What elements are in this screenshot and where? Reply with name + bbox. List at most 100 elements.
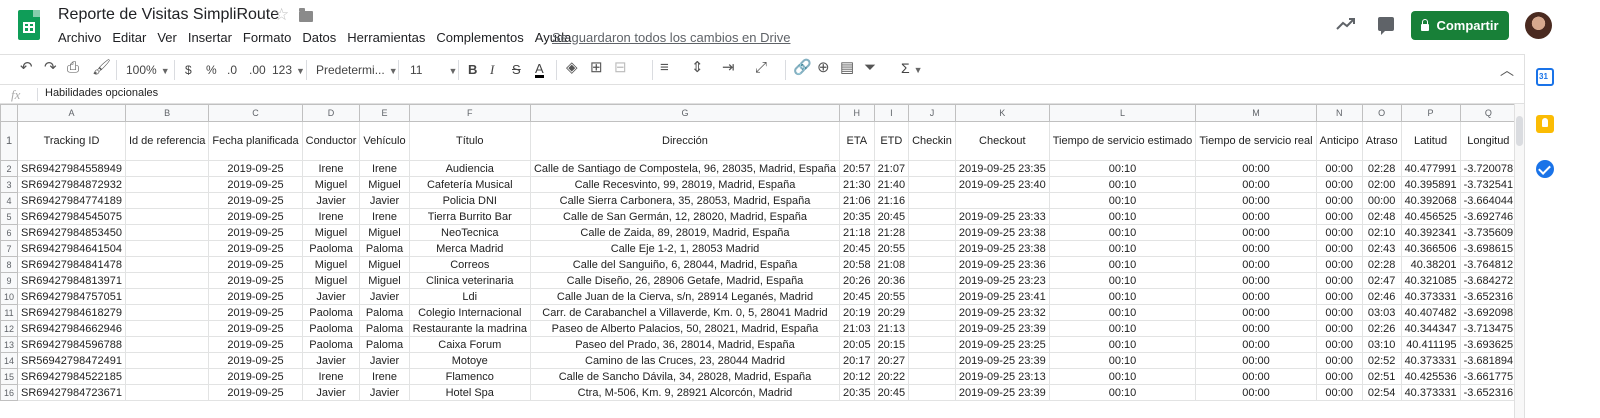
table-cell[interactable]: 40.373331: [1400, 384, 1461, 401]
table-cell[interactable]: SR69427984618279: [17, 304, 126, 321]
table-cell[interactable]: 2019-09-25 23:32: [954, 304, 1050, 321]
table-cell[interactable]: Paloma: [359, 240, 410, 257]
table-cell[interactable]: -3.764812: [1459, 256, 1514, 273]
menu-ver[interactable]: Ver: [157, 30, 177, 45]
tasks-icon[interactable]: [1536, 160, 1554, 178]
table-cell[interactable]: SR56942798472491: [17, 352, 126, 369]
menu-editar[interactable]: Editar: [112, 30, 146, 45]
table-cell[interactable]: 03:10: [1361, 336, 1402, 353]
table-cell[interactable]: [124, 384, 210, 401]
table-cell[interactable]: 20:57: [839, 160, 875, 177]
table-cell[interactable]: [908, 304, 956, 321]
row-number[interactable]: 2: [0, 160, 19, 177]
row-number[interactable]: 13: [0, 336, 19, 353]
table-cell[interactable]: 40.477991: [1400, 160, 1461, 177]
table-cell[interactable]: 00:10: [1048, 208, 1197, 225]
table-cell[interactable]: Miguel: [359, 256, 410, 273]
table-cell[interactable]: 20:05: [839, 336, 875, 353]
table-cell[interactable]: 2019-09-25 23:38: [954, 240, 1050, 257]
table-cell[interactable]: Miguel: [301, 176, 361, 193]
menu-archivo[interactable]: Archivo: [58, 30, 101, 45]
table-cell[interactable]: 00:00: [1315, 304, 1363, 321]
functions-button[interactable]: Σ ▼: [901, 60, 923, 78]
table-cell[interactable]: 00:10: [1048, 272, 1197, 289]
table-cell[interactable]: Audiencia: [408, 160, 531, 177]
table-cell[interactable]: Paloma: [359, 304, 410, 321]
table-cell[interactable]: Javier: [359, 192, 410, 209]
table-cell[interactable]: Paoloma: [301, 336, 361, 353]
table-cell[interactable]: [124, 288, 210, 305]
table-cell[interactable]: 2019-09-25: [208, 384, 303, 401]
header-cell[interactable]: ETA: [839, 121, 875, 161]
table-cell[interactable]: 00:10: [1048, 176, 1197, 193]
header-cell[interactable]: Tiempo de servicio estimado: [1048, 121, 1197, 161]
table-cell[interactable]: 00:00: [1315, 240, 1363, 257]
table-cell[interactable]: 2019-09-25: [208, 160, 303, 177]
table-cell[interactable]: Clinica veterinaria: [408, 272, 531, 289]
table-cell[interactable]: 2019-09-25 23:36: [954, 256, 1050, 273]
table-cell[interactable]: 00:10: [1048, 368, 1197, 385]
table-cell[interactable]: SR69427984662946: [17, 320, 126, 337]
table-cell[interactable]: 2019-09-25 23:23: [954, 272, 1050, 289]
table-cell[interactable]: -3.692746: [1459, 208, 1514, 225]
table-cell[interactable]: 20:15: [873, 336, 910, 353]
table-cell[interactable]: [908, 208, 956, 225]
table-cell[interactable]: [908, 256, 956, 273]
font-family-select[interactable]: Predetermi... ▼: [316, 62, 398, 79]
table-cell[interactable]: Miguel: [301, 256, 361, 273]
table-cell[interactable]: Paseo de Alberto Palacios, 50, 28021, Ma…: [529, 320, 841, 337]
table-cell[interactable]: 40.411195: [1400, 336, 1461, 353]
table-cell[interactable]: Miguel: [301, 224, 361, 241]
table-cell[interactable]: 00:10: [1048, 288, 1197, 305]
table-cell[interactable]: 02:43: [1361, 240, 1402, 257]
table-cell[interactable]: 20:45: [839, 288, 875, 305]
table-cell[interactable]: [124, 192, 210, 209]
print-icon[interactable]: ⎙: [67, 60, 79, 76]
menu-datos[interactable]: Datos: [302, 30, 336, 45]
table-cell[interactable]: 03:03: [1361, 304, 1402, 321]
table-cell[interactable]: Camino de las Cruces, 23, 28044 Madrid: [529, 352, 841, 369]
table-cell[interactable]: 2019-09-25: [208, 336, 303, 353]
vertical-scrollbar[interactable]: [1514, 104, 1524, 418]
table-cell[interactable]: Miguel: [301, 272, 361, 289]
table-cell[interactable]: -3.664044: [1459, 192, 1514, 209]
table-cell[interactable]: [908, 352, 956, 369]
table-cell[interactable]: 20:22: [873, 368, 910, 385]
table-cell[interactable]: Tierra Burrito Bar: [408, 208, 531, 225]
table-cell[interactable]: 40.373331: [1400, 288, 1461, 305]
table-cell[interactable]: 21:30: [839, 176, 875, 193]
fill-color-icon[interactable]: ◈: [566, 60, 578, 76]
table-cell[interactable]: 2019-09-25 23:39: [954, 352, 1050, 369]
filter-icon[interactable]: ⏷: [864, 60, 876, 76]
table-cell[interactable]: 21:06: [839, 192, 875, 209]
table-cell[interactable]: 00:10: [1048, 336, 1197, 353]
table-cell[interactable]: -3.720078: [1459, 160, 1514, 177]
share-button[interactable]: Compartir: [1411, 11, 1509, 40]
table-cell[interactable]: 2019-09-25: [208, 288, 303, 305]
table-cell[interactable]: Javier: [301, 352, 361, 369]
column-header-j[interactable]: J: [908, 104, 956, 122]
comments-icon[interactable]: [1378, 17, 1394, 35]
table-cell[interactable]: 2019-09-25: [208, 272, 303, 289]
table-cell[interactable]: Calle de Santiago de Compostela, 96, 280…: [529, 160, 841, 177]
header-cell[interactable]: Título: [408, 121, 531, 161]
insert-chart-icon[interactable]: ▤: [840, 60, 854, 76]
text-wrap-icon[interactable]: ⇥: [722, 60, 735, 76]
table-cell[interactable]: 2019-09-25 23:35: [954, 160, 1050, 177]
horizontal-align-icon[interactable]: ≡: [660, 60, 669, 76]
table-cell[interactable]: 00:00: [1315, 352, 1363, 369]
table-cell[interactable]: 02:46: [1361, 288, 1402, 305]
table-cell[interactable]: 20:35: [839, 384, 875, 401]
table-cell[interactable]: [908, 368, 956, 385]
table-cell[interactable]: 00:00: [1195, 320, 1317, 337]
table-cell[interactable]: [124, 272, 210, 289]
table-cell[interactable]: Hotel Spa: [408, 384, 531, 401]
calendar-icon[interactable]: [1536, 68, 1554, 86]
table-cell[interactable]: [908, 192, 956, 209]
table-cell[interactable]: -3.652316: [1459, 384, 1514, 401]
column-header-i[interactable]: I: [873, 104, 910, 122]
table-cell[interactable]: Motoye: [408, 352, 531, 369]
format-currency-button[interactable]: $: [185, 62, 192, 78]
row-number[interactable]: 12: [0, 320, 19, 337]
table-cell[interactable]: 40.407482: [1400, 304, 1461, 321]
